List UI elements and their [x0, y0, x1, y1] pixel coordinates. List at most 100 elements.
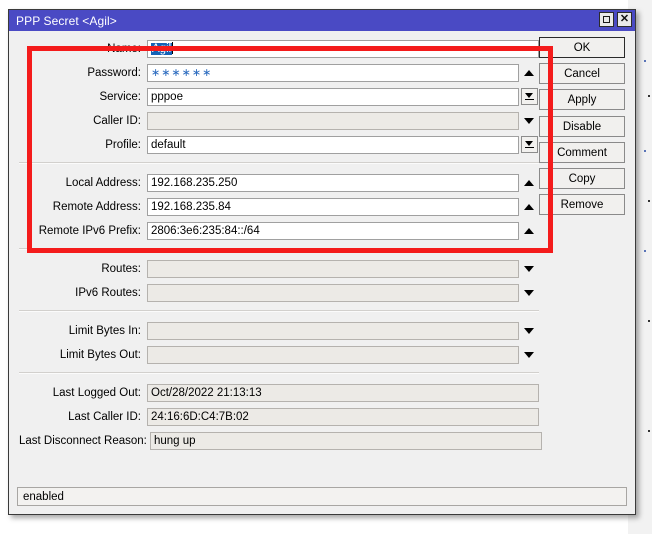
field-label: Limit Bytes Out: [59, 348, 141, 361]
status-bar: enabled [17, 487, 627, 506]
copy-button[interactable]: Copy [539, 168, 625, 189]
title-bar[interactable]: PPP Secret <Agil> ✕ [9, 10, 635, 32]
field-input[interactable]: 24:16:6D:C4:7B:02 [147, 407, 539, 426]
apply-button[interactable]: Apply [539, 89, 625, 110]
field-wrapper [147, 259, 539, 278]
expand-up-icon[interactable] [519, 174, 539, 192]
window-controls: ✕ [599, 12, 632, 27]
field-label: Routes: [101, 262, 141, 275]
form-row: Caller ID: [19, 109, 539, 132]
remove-button[interactable]: Remove [539, 194, 625, 215]
expand-up-icon[interactable] [519, 198, 539, 216]
field-label: Last Logged Out: [52, 386, 141, 399]
field-label: Service: [99, 90, 141, 103]
background-window-marker [648, 320, 650, 322]
chevron-down-icon [520, 88, 538, 105]
button-label: Apply [567, 93, 597, 106]
dialog-button-column: OK Cancel Apply Disable Comment Copy Remove [539, 37, 625, 220]
field-label: Limit Bytes In: [68, 324, 141, 337]
button-label: Copy [568, 172, 596, 185]
field-input[interactable]: 2806:3e6:235:84::/64 [147, 221, 519, 240]
field-label: Last Caller ID: [68, 410, 141, 423]
field-wrapper: 24:16:6D:C4:7B:02 [147, 407, 539, 426]
field-input[interactable]: 192.168.235.250 [147, 173, 519, 192]
field-value: 24:16:6D:C4:7B:02 [151, 410, 249, 423]
expand-up-icon[interactable] [519, 222, 539, 240]
expand-down-icon[interactable] [519, 260, 539, 278]
field-input [147, 321, 519, 340]
field-wrapper [147, 111, 539, 130]
field-wrapper: 2806:3e6:235:84::/64 [147, 221, 539, 240]
background-window-marker [648, 430, 650, 432]
maximize-icon[interactable] [599, 12, 614, 27]
field-wrapper: 192.168.235.84 [147, 197, 539, 216]
field-wrapper [147, 283, 539, 302]
expand-up-icon[interactable] [519, 64, 539, 82]
cancel-button[interactable]: Cancel [539, 63, 625, 84]
form-row: Limit Bytes In: [19, 319, 539, 342]
field-wrapper: default [147, 135, 539, 154]
form-row: Last Caller ID: 24:16:6D:C4:7B:02 [19, 405, 539, 428]
field-input[interactable]: pppoe [147, 87, 519, 106]
dropdown-button[interactable] [519, 88, 539, 106]
background-window-marker [644, 150, 646, 152]
form-row: IPv6 Routes: [19, 281, 539, 304]
field-input[interactable]: Oct/28/2022 21:13:13 [147, 383, 539, 402]
form-row: Name: Agil [19, 37, 539, 60]
ok-button[interactable]: OK [539, 37, 625, 58]
field-wrapper: pppoe [147, 87, 539, 106]
button-label: Cancel [564, 67, 600, 80]
form-row: Profile: default [19, 133, 539, 156]
button-label: Disable [562, 120, 602, 133]
field-input [147, 111, 519, 130]
ppp-secret-dialog: PPP Secret <Agil> ✕ Name: Agil Password: ∗∗… [8, 9, 636, 515]
close-icon[interactable]: ✕ [617, 12, 632, 27]
chevron-down-icon [520, 136, 538, 153]
field-wrapper [147, 321, 539, 340]
field-value: hung up [154, 434, 196, 447]
password-mask: ∗∗∗∗∗∗ [151, 66, 213, 79]
field-value: 192.168.235.250 [151, 176, 238, 189]
expand-down-icon[interactable] [519, 112, 539, 130]
field-wrapper: 192.168.235.250 [147, 173, 539, 192]
form-row: Routes: [19, 257, 539, 280]
dialog-client-area: Name: Agil Password: ∗∗∗∗∗∗ Service: pppoe Cal… [9, 31, 635, 514]
text-caret [172, 41, 174, 54]
field-input[interactable]: default [147, 135, 519, 154]
dropdown-button[interactable] [519, 136, 539, 154]
expand-down-icon[interactable] [519, 346, 539, 364]
expand-down-icon[interactable] [519, 284, 539, 302]
form-row: Limit Bytes Out: [19, 343, 539, 366]
field-label: Last Disconnect Reason: [19, 434, 147, 447]
field-label: Password: [87, 66, 141, 79]
close-glyph: ✕ [619, 13, 630, 25]
comment-button[interactable]: Comment [539, 142, 625, 163]
field-value: pppoe [151, 90, 183, 103]
field-wrapper: ∗∗∗∗∗∗ [147, 63, 539, 82]
field-value: 2806:3e6:235:84::/64 [151, 224, 260, 237]
background-window-marker [644, 250, 646, 252]
form-row: Last Disconnect Reason: hung up [19, 429, 542, 452]
form-row: Last Logged Out: Oct/28/2022 21:13:13 [19, 381, 539, 404]
button-label: OK [573, 41, 591, 54]
ppp-secret-form: Name: Agil Password: ∗∗∗∗∗∗ Service: pppoe Cal… [19, 37, 542, 453]
expand-down-icon[interactable] [519, 322, 539, 340]
form-row: Remote Address: 192.168.235.84 [19, 195, 539, 218]
window-title: PPP Secret <Agil> [16, 13, 117, 28]
field-value: Oct/28/2022 21:13:13 [151, 386, 262, 399]
background-window-marker [648, 95, 650, 97]
section-separator [19, 310, 539, 312]
field-label: Name: [107, 42, 141, 55]
background-window-marker [644, 60, 646, 62]
field-input[interactable]: Agil [147, 39, 539, 58]
section-separator [19, 372, 539, 374]
field-input[interactable]: 192.168.235.84 [147, 197, 519, 216]
selected-text: Agil [151, 42, 173, 55]
field-input[interactable]: hung up [150, 431, 542, 450]
field-wrapper: Agil [147, 39, 539, 58]
button-label: Remove [560, 198, 604, 211]
field-label: IPv6 Routes: [75, 286, 141, 299]
disable-button[interactable]: Disable [539, 116, 625, 137]
field-input[interactable]: ∗∗∗∗∗∗ [147, 63, 519, 82]
field-value: default [151, 138, 186, 151]
